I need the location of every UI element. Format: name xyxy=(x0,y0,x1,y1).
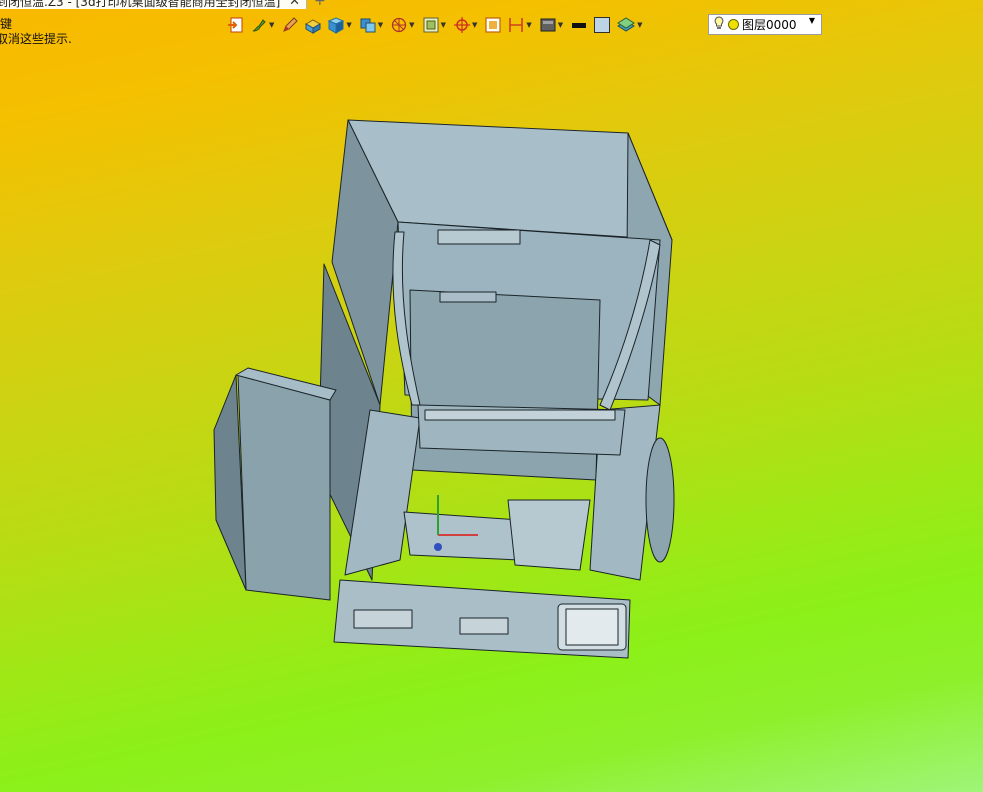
printer-model xyxy=(213,119,675,659)
bed-block xyxy=(507,499,591,571)
base-slot-1 xyxy=(353,609,413,629)
base-slot-2 xyxy=(459,617,509,635)
side-box-front xyxy=(237,374,331,601)
rear-fan xyxy=(645,437,675,563)
rear-vent xyxy=(437,229,521,245)
model-viewport[interactable] xyxy=(0,0,983,792)
